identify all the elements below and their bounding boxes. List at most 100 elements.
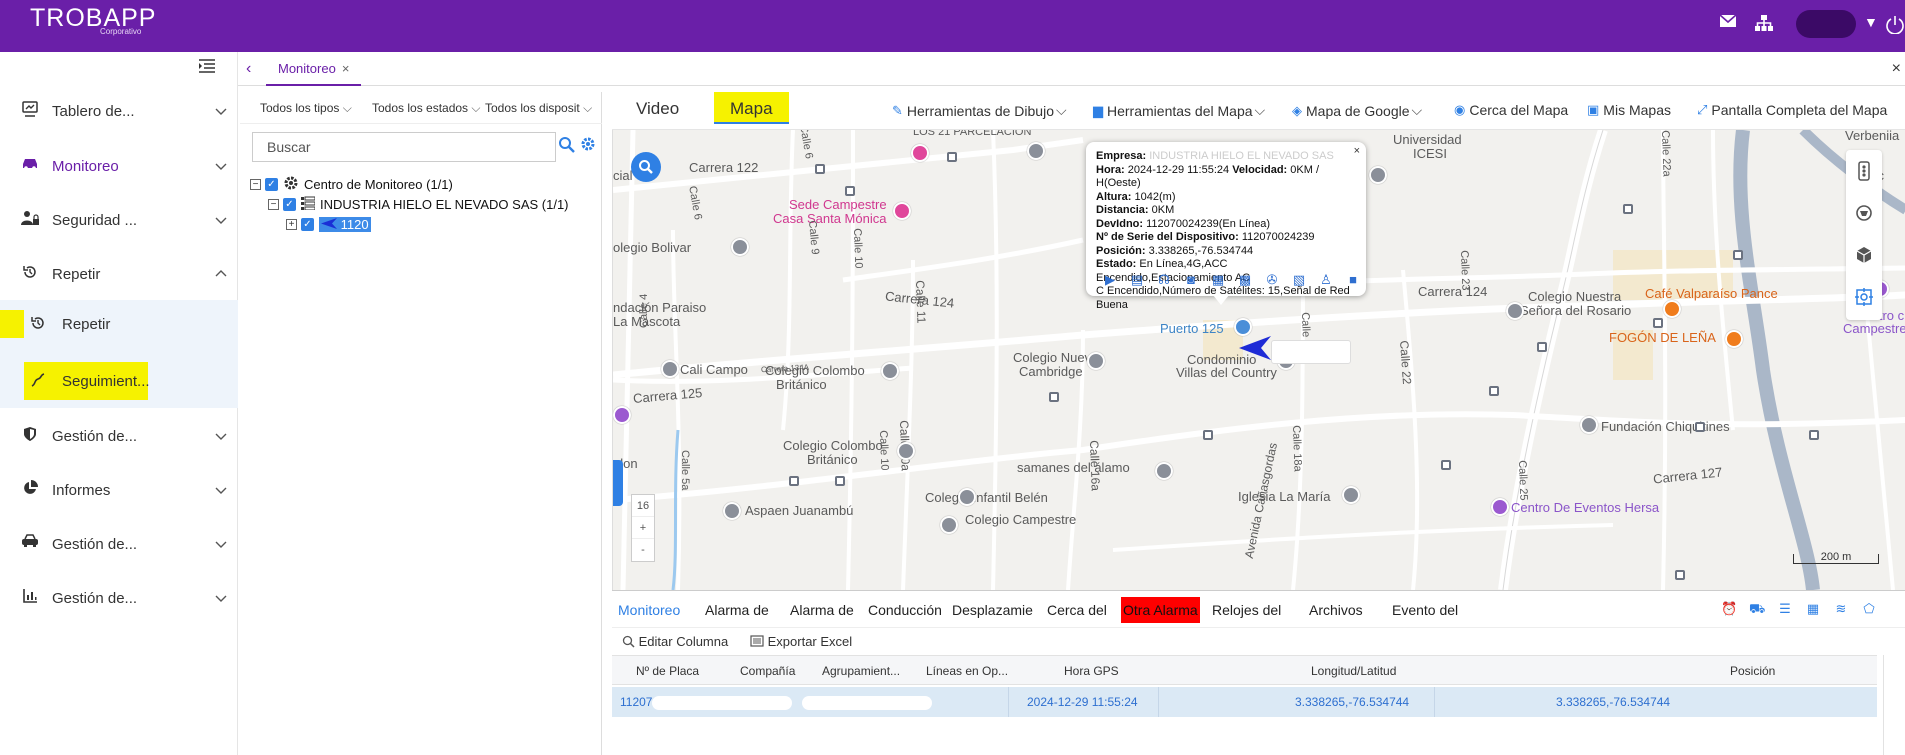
collapse-icon[interactable]: − xyxy=(250,178,261,190)
table-row[interactable]: 11207 2024-12-29 11:55:24 3.338265,-76.5… xyxy=(612,687,1877,717)
tree-node-root[interactable]: − ✓ Centro de Monitoreo (1/1) xyxy=(250,174,453,194)
filter-type-select[interactable]: Todos los tipos ⌵ xyxy=(260,101,352,116)
3d-box-icon[interactable] xyxy=(1846,234,1882,276)
map-canvas[interactable]: LOS 21 PARCELACION Universidad ICESI Ver… xyxy=(612,130,1905,590)
alarm-icon[interactable]: ⏰ xyxy=(1721,601,1737,617)
org-chart-icon[interactable] xyxy=(1754,14,1774,34)
poi-marker[interactable] xyxy=(893,202,911,220)
sidebar-item-monitoreo[interactable]: Monitoreo xyxy=(0,139,238,193)
vehicle-marker-icon[interactable] xyxy=(1239,336,1271,363)
poi-marker[interactable] xyxy=(897,442,915,460)
poi-marker[interactable] xyxy=(1234,318,1252,336)
tab-mapa[interactable]: Mapa xyxy=(714,92,789,124)
checkbox[interactable]: ✓ xyxy=(301,217,314,231)
tree-node-company[interactable]: − ✓ INDUSTRIA HIELO EL NEVADO SAS (1/1) xyxy=(268,194,569,214)
my-maps-button[interactable]: ▣ Mis Mapas xyxy=(1587,102,1671,118)
close-icon[interactable]: × xyxy=(342,61,350,76)
submenu-item-repetir[interactable]: Repetir xyxy=(30,302,110,346)
tab-video[interactable]: Video xyxy=(636,92,679,130)
close-icon[interactable]: × xyxy=(1354,145,1360,159)
column-header[interactable]: Nº de Placa xyxy=(636,664,699,678)
car-icon[interactable]: ⛟ xyxy=(1749,601,1765,617)
tree-node-selected[interactable]: 1120 xyxy=(319,216,371,232)
google-map-menu[interactable]: ◈ Mapa de Google ⌵ xyxy=(1292,102,1422,119)
sidebar-item-informes[interactable]: Informes xyxy=(0,463,238,517)
submenu-item-seguimiento[interactable]: Seguimient... xyxy=(30,359,150,403)
tab-cerca[interactable]: Cerca del xyxy=(1047,597,1107,623)
column-header[interactable]: Posición xyxy=(1730,664,1775,678)
poi-marker[interactable] xyxy=(1087,352,1105,370)
sidebar-item-gestion-2[interactable]: Gestión de... xyxy=(0,517,238,571)
headphones-icon[interactable]: ☊ xyxy=(1156,272,1172,288)
user-icon[interactable]: ♙ xyxy=(1318,272,1334,288)
checkbox[interactable]: ✓ xyxy=(283,197,296,211)
filter-state-select[interactable]: Todos los estados ⌵ xyxy=(372,101,481,116)
filter-device-select[interactable]: Todos los disposit ⌵ xyxy=(485,101,592,116)
nearby-map-button[interactable]: ◉ Cerca del Mapa xyxy=(1454,102,1568,118)
sidebar-item-seguridad[interactable]: Seguridad ... xyxy=(0,193,238,247)
street-view-icon[interactable] xyxy=(1846,192,1882,234)
tab-conduccion[interactable]: Conducción xyxy=(868,597,942,623)
vertical-scrollbar[interactable] xyxy=(1883,655,1901,755)
power-icon[interactable] xyxy=(1884,14,1905,34)
sidebar-item-repetir[interactable]: Repetir xyxy=(0,247,238,301)
menu-collapse-icon[interactable] xyxy=(198,58,220,76)
poi-marker[interactable] xyxy=(911,144,929,162)
map-search-icon[interactable] xyxy=(631,152,661,182)
tab-alarma-2[interactable]: Alarma de xyxy=(790,597,854,623)
poi-marker[interactable] xyxy=(1027,142,1045,160)
mail-icon[interactable] xyxy=(1718,14,1738,34)
column-header[interactable]: Longitud/Latitud xyxy=(1311,664,1396,678)
user-avatar[interactable] xyxy=(1796,10,1856,38)
close-all-icon[interactable]: × xyxy=(1892,60,1901,78)
report-icon[interactable]: ▧ xyxy=(1291,272,1307,288)
tree-node-vehicle[interactable]: + ✓ 1120 xyxy=(286,214,371,234)
poi-marker[interactable] xyxy=(958,488,976,506)
map-tools-menu[interactable]: ▆ Herramientas del Mapa ⌵ xyxy=(1093,102,1265,119)
poi-marker[interactable] xyxy=(940,516,958,534)
tab-monitoreo[interactable]: Monitoreo × xyxy=(266,52,362,86)
poi-marker[interactable] xyxy=(1663,300,1681,318)
column-header[interactable]: Agrupamient... xyxy=(822,664,900,678)
grid-icon[interactable]: ▩ xyxy=(1237,272,1253,288)
chevron-left-icon[interactable]: ‹ xyxy=(246,60,251,78)
checkbox[interactable]: ✓ xyxy=(265,177,278,191)
search-icon[interactable] xyxy=(558,136,578,156)
poi-marker[interactable] xyxy=(1155,462,1173,480)
sidebar-item-gestion-1[interactable]: Gestión de... xyxy=(0,409,238,463)
layers-icon[interactable]: ≋ xyxy=(1833,601,1849,617)
expand-icon[interactable]: + xyxy=(286,218,297,230)
list-icon[interactable]: ☰ xyxy=(1777,601,1793,617)
video-play-icon[interactable]: ▶ xyxy=(1102,272,1118,288)
sidebar-item-tablero[interactable]: Tablero de... xyxy=(0,84,238,138)
poi-marker[interactable] xyxy=(1491,498,1509,516)
tab-monitoreo-bottom[interactable]: Monitoreo xyxy=(618,597,680,623)
column-header[interactable]: Líneas en Op... xyxy=(926,664,1008,678)
poi-marker[interactable] xyxy=(881,362,899,380)
camera-icon[interactable]: ◙ xyxy=(1183,272,1199,288)
drawing-tools-menu[interactable]: ✎ Herramientas de Dibujo ⌵ xyxy=(892,102,1067,119)
export-excel-button[interactable]: Exportar Excel xyxy=(750,634,852,649)
tab-otra-alarma[interactable]: Otra Alarma xyxy=(1121,597,1200,623)
tab-evento[interactable]: Evento del xyxy=(1392,597,1458,623)
fullscreen-map-button[interactable]: ⤢ Pantalla Completa del Mapa xyxy=(1697,102,1887,118)
settings-icon[interactable]: ⬠ xyxy=(1861,601,1877,617)
document-icon[interactable]: ▤ xyxy=(1129,272,1145,288)
poi-marker[interactable] xyxy=(1369,166,1387,184)
poi-marker[interactable] xyxy=(613,406,631,424)
video-camera-icon[interactable]: ■ xyxy=(1345,272,1361,288)
zoom-in-button[interactable]: + xyxy=(632,517,654,539)
sidebar-item-gestion-3[interactable]: Gestión de... xyxy=(0,571,238,625)
zoom-out-button[interactable]: - xyxy=(632,539,654,561)
column-header[interactable]: Hora GPS xyxy=(1064,664,1119,678)
poi-marker[interactable] xyxy=(1725,330,1743,348)
collapse-icon[interactable]: − xyxy=(268,198,279,210)
edit-columns-button[interactable]: Editar Columna xyxy=(622,634,728,649)
tab-alarma-1[interactable]: Alarma de xyxy=(705,597,769,623)
poi-marker[interactable] xyxy=(723,502,741,520)
wrench-icon[interactable]: ✇ xyxy=(1264,272,1280,288)
gear-icon[interactable] xyxy=(580,136,598,154)
locate-icon[interactable] xyxy=(1846,276,1882,318)
tab-desplazamiento[interactable]: Desplazamie xyxy=(952,597,1033,623)
tab-archivos[interactable]: Archivos xyxy=(1309,597,1363,623)
